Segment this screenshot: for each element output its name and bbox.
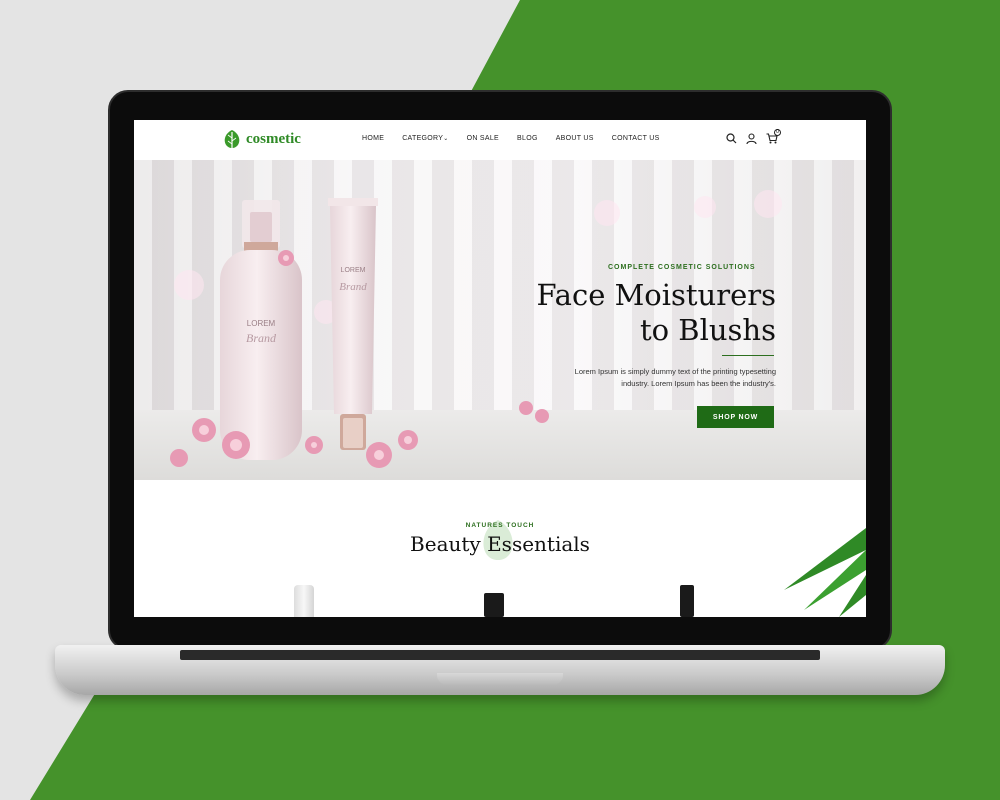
bottle-label: LOREM: [247, 319, 276, 328]
hero-description-line2: industry. Lorem Ipsum has been the indus…: [621, 379, 776, 388]
chevron-down-icon: ⌄: [443, 136, 449, 142]
hero-title-line1: Face Moisturers: [536, 278, 776, 312]
user-icon[interactable]: [746, 133, 757, 144]
header-icons: 0: [726, 129, 781, 144]
shop-now-button[interactable]: SHOP NOW: [697, 406, 774, 428]
site-header: cosmetic HOME CATEGORY⌄ ON SALE BLOG ABO…: [134, 120, 866, 160]
leaf-icon: [224, 130, 240, 150]
nav-category[interactable]: CATEGORY⌄: [402, 135, 448, 142]
laptop-notch: [437, 673, 563, 685]
nav-contact-us[interactable]: CONTACT US: [612, 135, 660, 142]
main-nav: HOME CATEGORY⌄ ON SALE BLOG ABOUT US CON…: [362, 135, 660, 142]
hero-description: Lorem Ipsum is simply dummy text of the …: [534, 366, 776, 390]
site-logo[interactable]: cosmetic: [222, 128, 301, 150]
hero-tagline: COMPLETE COSMETIC SOLUTIONS: [608, 264, 756, 271]
bottle-brand: Brand: [246, 331, 277, 345]
product-thumbnail[interactable]: [680, 585, 694, 617]
website-screen: cosmetic HOME CATEGORY⌄ ON SALE BLOG ABO…: [134, 120, 866, 617]
cart-button[interactable]: 0: [766, 129, 781, 144]
tube-label: LOREM: [341, 267, 366, 274]
title-underline: [722, 355, 774, 356]
palm-leaf-decoration: [784, 528, 866, 617]
hero-title: Face Moisturers to Blushs: [494, 278, 776, 348]
cart-count-badge: 0: [774, 129, 781, 136]
product-thumbnail[interactable]: [484, 593, 504, 617]
hero-description-line1: Lorem Ipsum is simply dummy text of the …: [574, 367, 776, 376]
hero-banner: LOREM Brand LOREM Brand COMPLETE COSMETI…: [134, 160, 866, 480]
nav-category-label: CATEGORY: [402, 135, 444, 142]
nav-about-us[interactable]: ABOUT US: [556, 135, 594, 142]
keyboard-strip: [180, 650, 820, 660]
hero-title-line2: to Blushs: [639, 313, 776, 347]
logo-text: cosmetic: [246, 130, 301, 147]
section-tag: NATURES TOUCH: [465, 522, 535, 529]
product-thumbnail[interactable]: [294, 585, 314, 617]
nav-on-sale[interactable]: ON SALE: [467, 135, 499, 142]
nav-home[interactable]: HOME: [362, 135, 384, 142]
section-title: Beauty Essentials: [410, 532, 590, 556]
tube-brand: Brand: [339, 281, 367, 293]
search-icon[interactable]: [726, 133, 737, 144]
nav-blog[interactable]: BLOG: [517, 135, 538, 142]
